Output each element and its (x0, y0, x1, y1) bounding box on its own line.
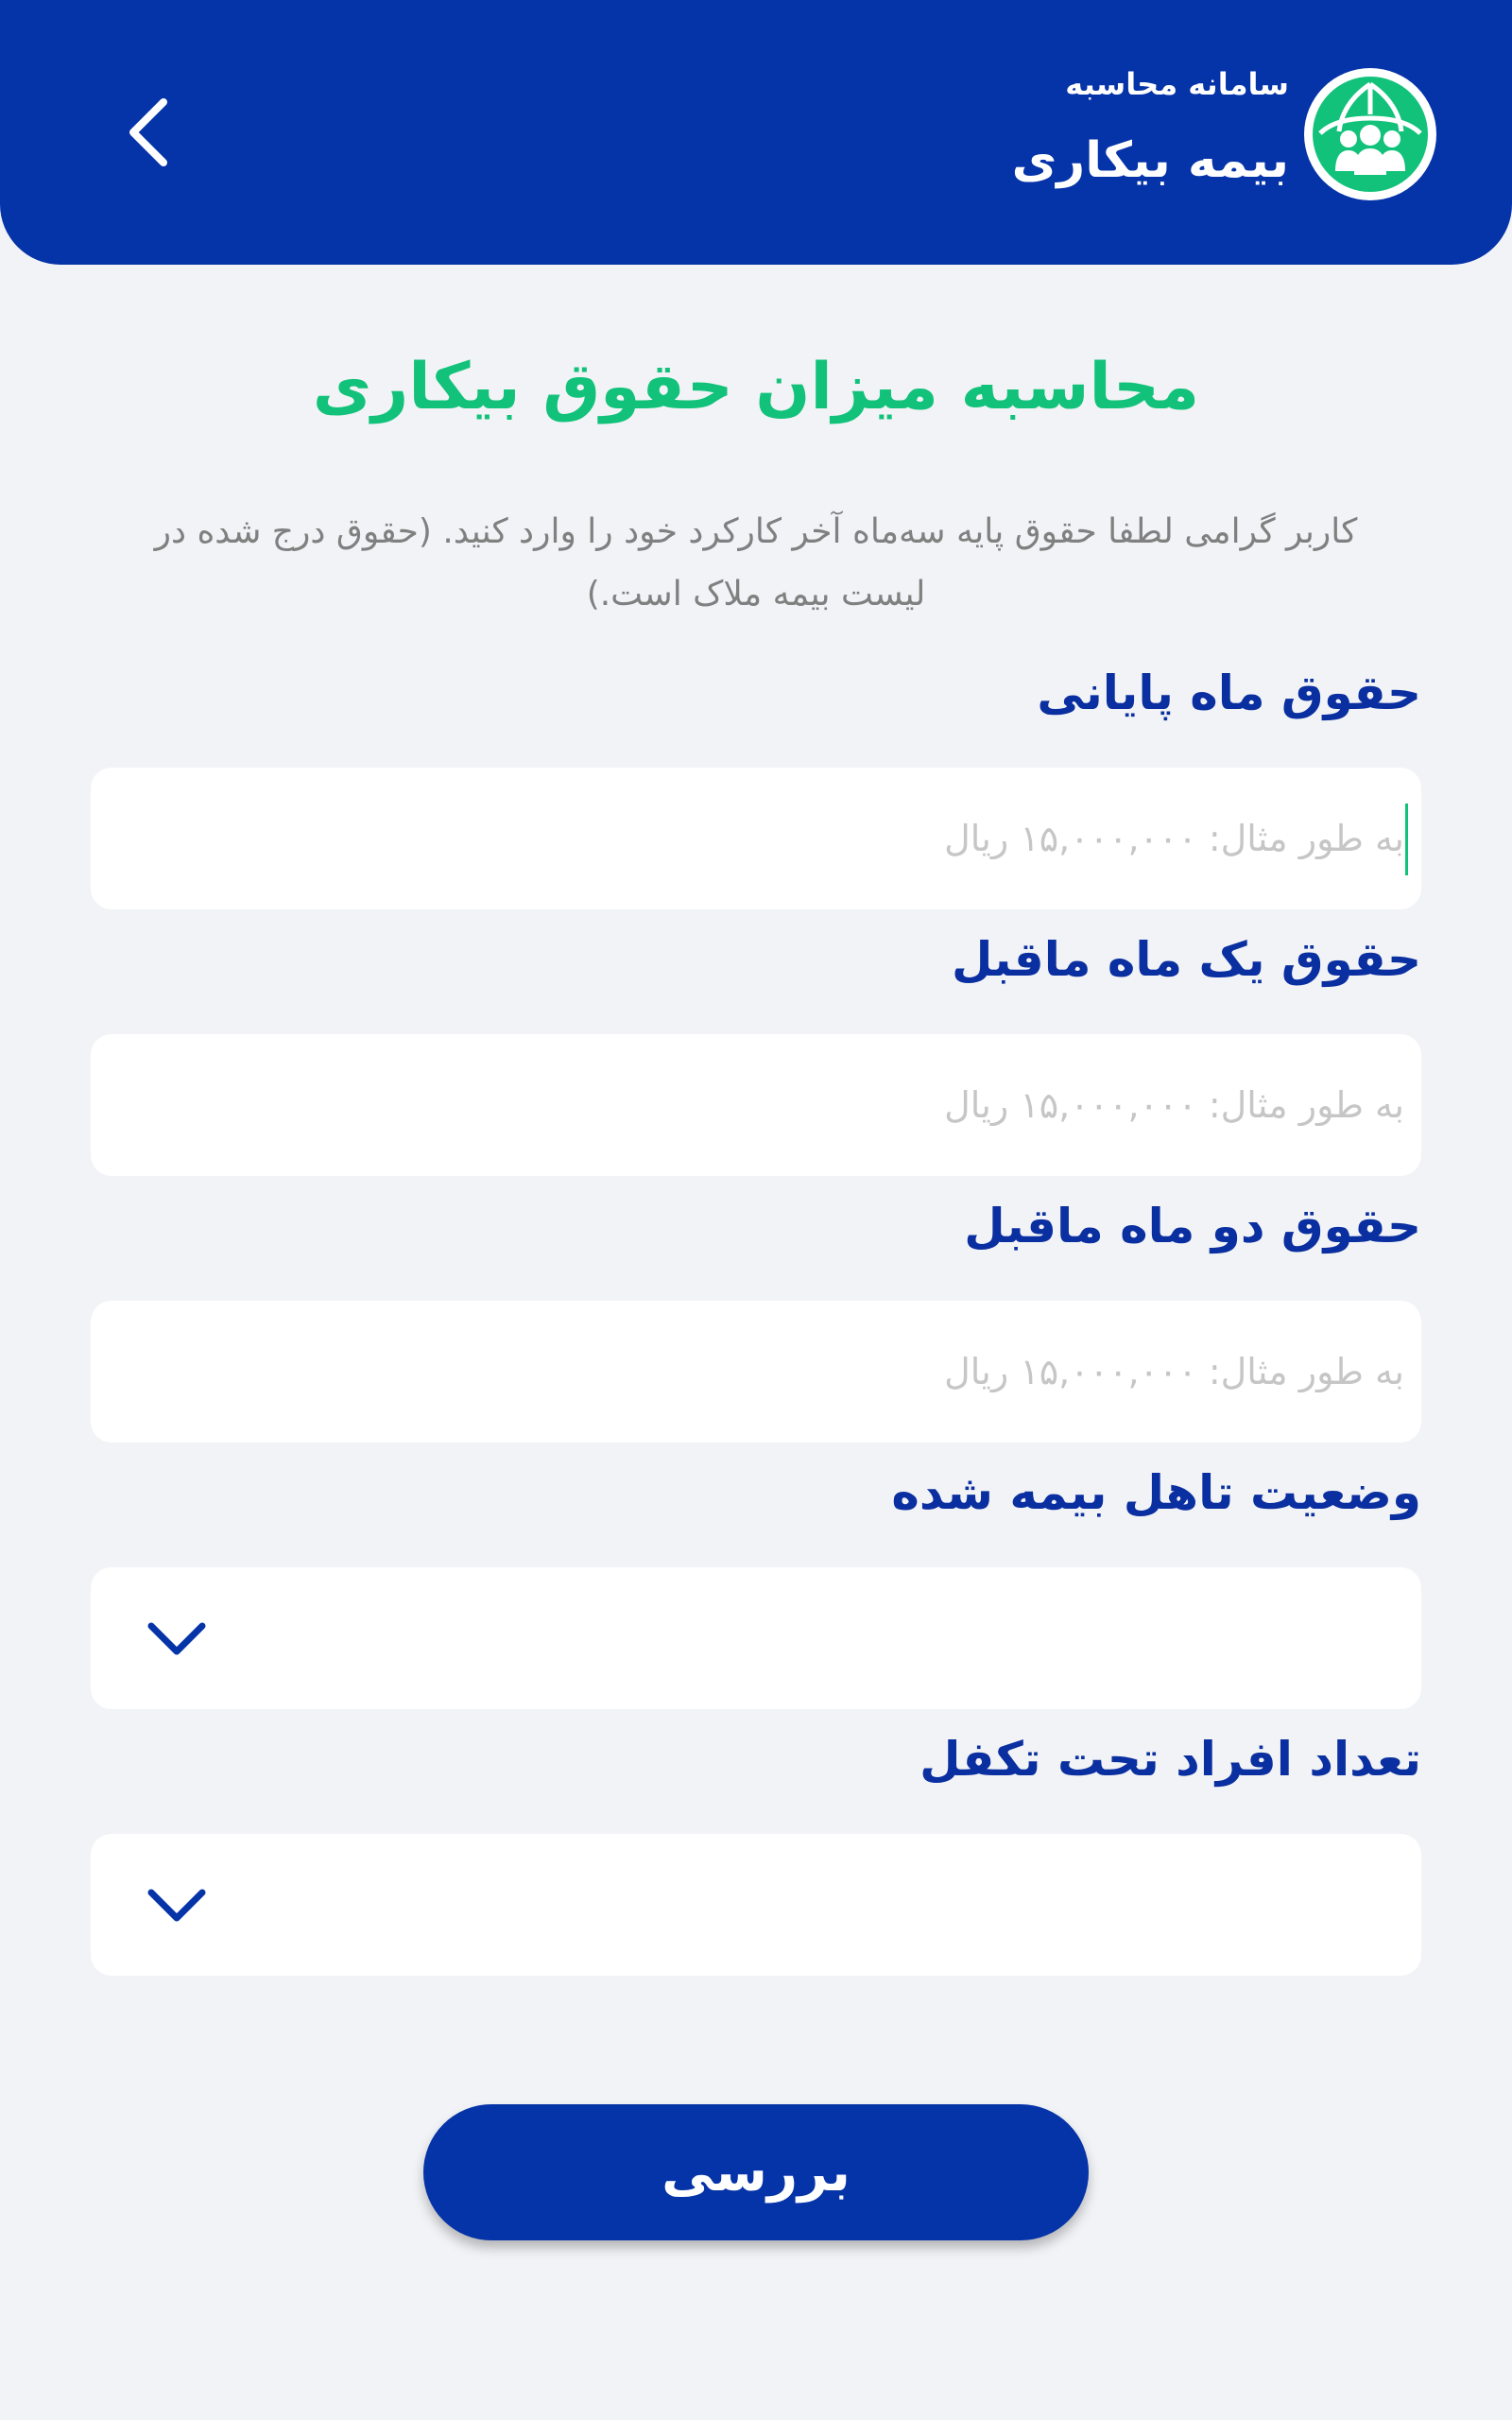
field-label-two-months-before: حقوق دو ماه ماقبل (964, 1199, 1421, 1253)
app-header: سامانه محاسبه بیمه بیکاری (0, 0, 1512, 265)
page-description: کاربر گرامی لطفا حقوق پایه سه‌ماه آخر کا… (154, 512, 1358, 614)
chevron-down-icon (147, 1622, 206, 1655)
text-caret (1405, 804, 1408, 875)
page-title: محاسبه میزان حقوق بیکاری (312, 350, 1200, 424)
marital-status-select[interactable] (91, 1567, 1421, 1709)
brand-title: بیمه بیکاری (1011, 132, 1289, 189)
back-button[interactable] (112, 95, 187, 170)
field-label-marital-status: وضعیت تاهل بیمه شده (891, 1465, 1421, 1520)
umbrella-people-icon (1313, 77, 1428, 192)
app-logo (1304, 68, 1436, 200)
last-month-salary-input[interactable] (91, 768, 1421, 909)
brand-subtitle: سامانه محاسبه (1065, 66, 1289, 102)
chevron-left-icon (129, 98, 167, 166)
field-label-one-month-before: حقوق یک ماه ماقبل (951, 932, 1421, 987)
one-month-before-salary-field[interactable] (91, 1034, 1421, 1176)
check-button[interactable]: بررسی (423, 2104, 1089, 2240)
field-label-last-month: حقوق ماه پایانی (1037, 666, 1421, 720)
two-months-before-salary-input[interactable] (91, 1301, 1421, 1443)
dependents-count-select[interactable] (91, 1834, 1421, 1976)
chevron-down-icon (147, 1889, 206, 1922)
last-month-salary-field[interactable] (91, 768, 1421, 909)
one-month-before-salary-input[interactable] (91, 1034, 1421, 1176)
two-months-before-salary-field[interactable] (91, 1301, 1421, 1443)
field-label-dependents: تعداد افراد تحت تکفل (919, 1732, 1421, 1787)
